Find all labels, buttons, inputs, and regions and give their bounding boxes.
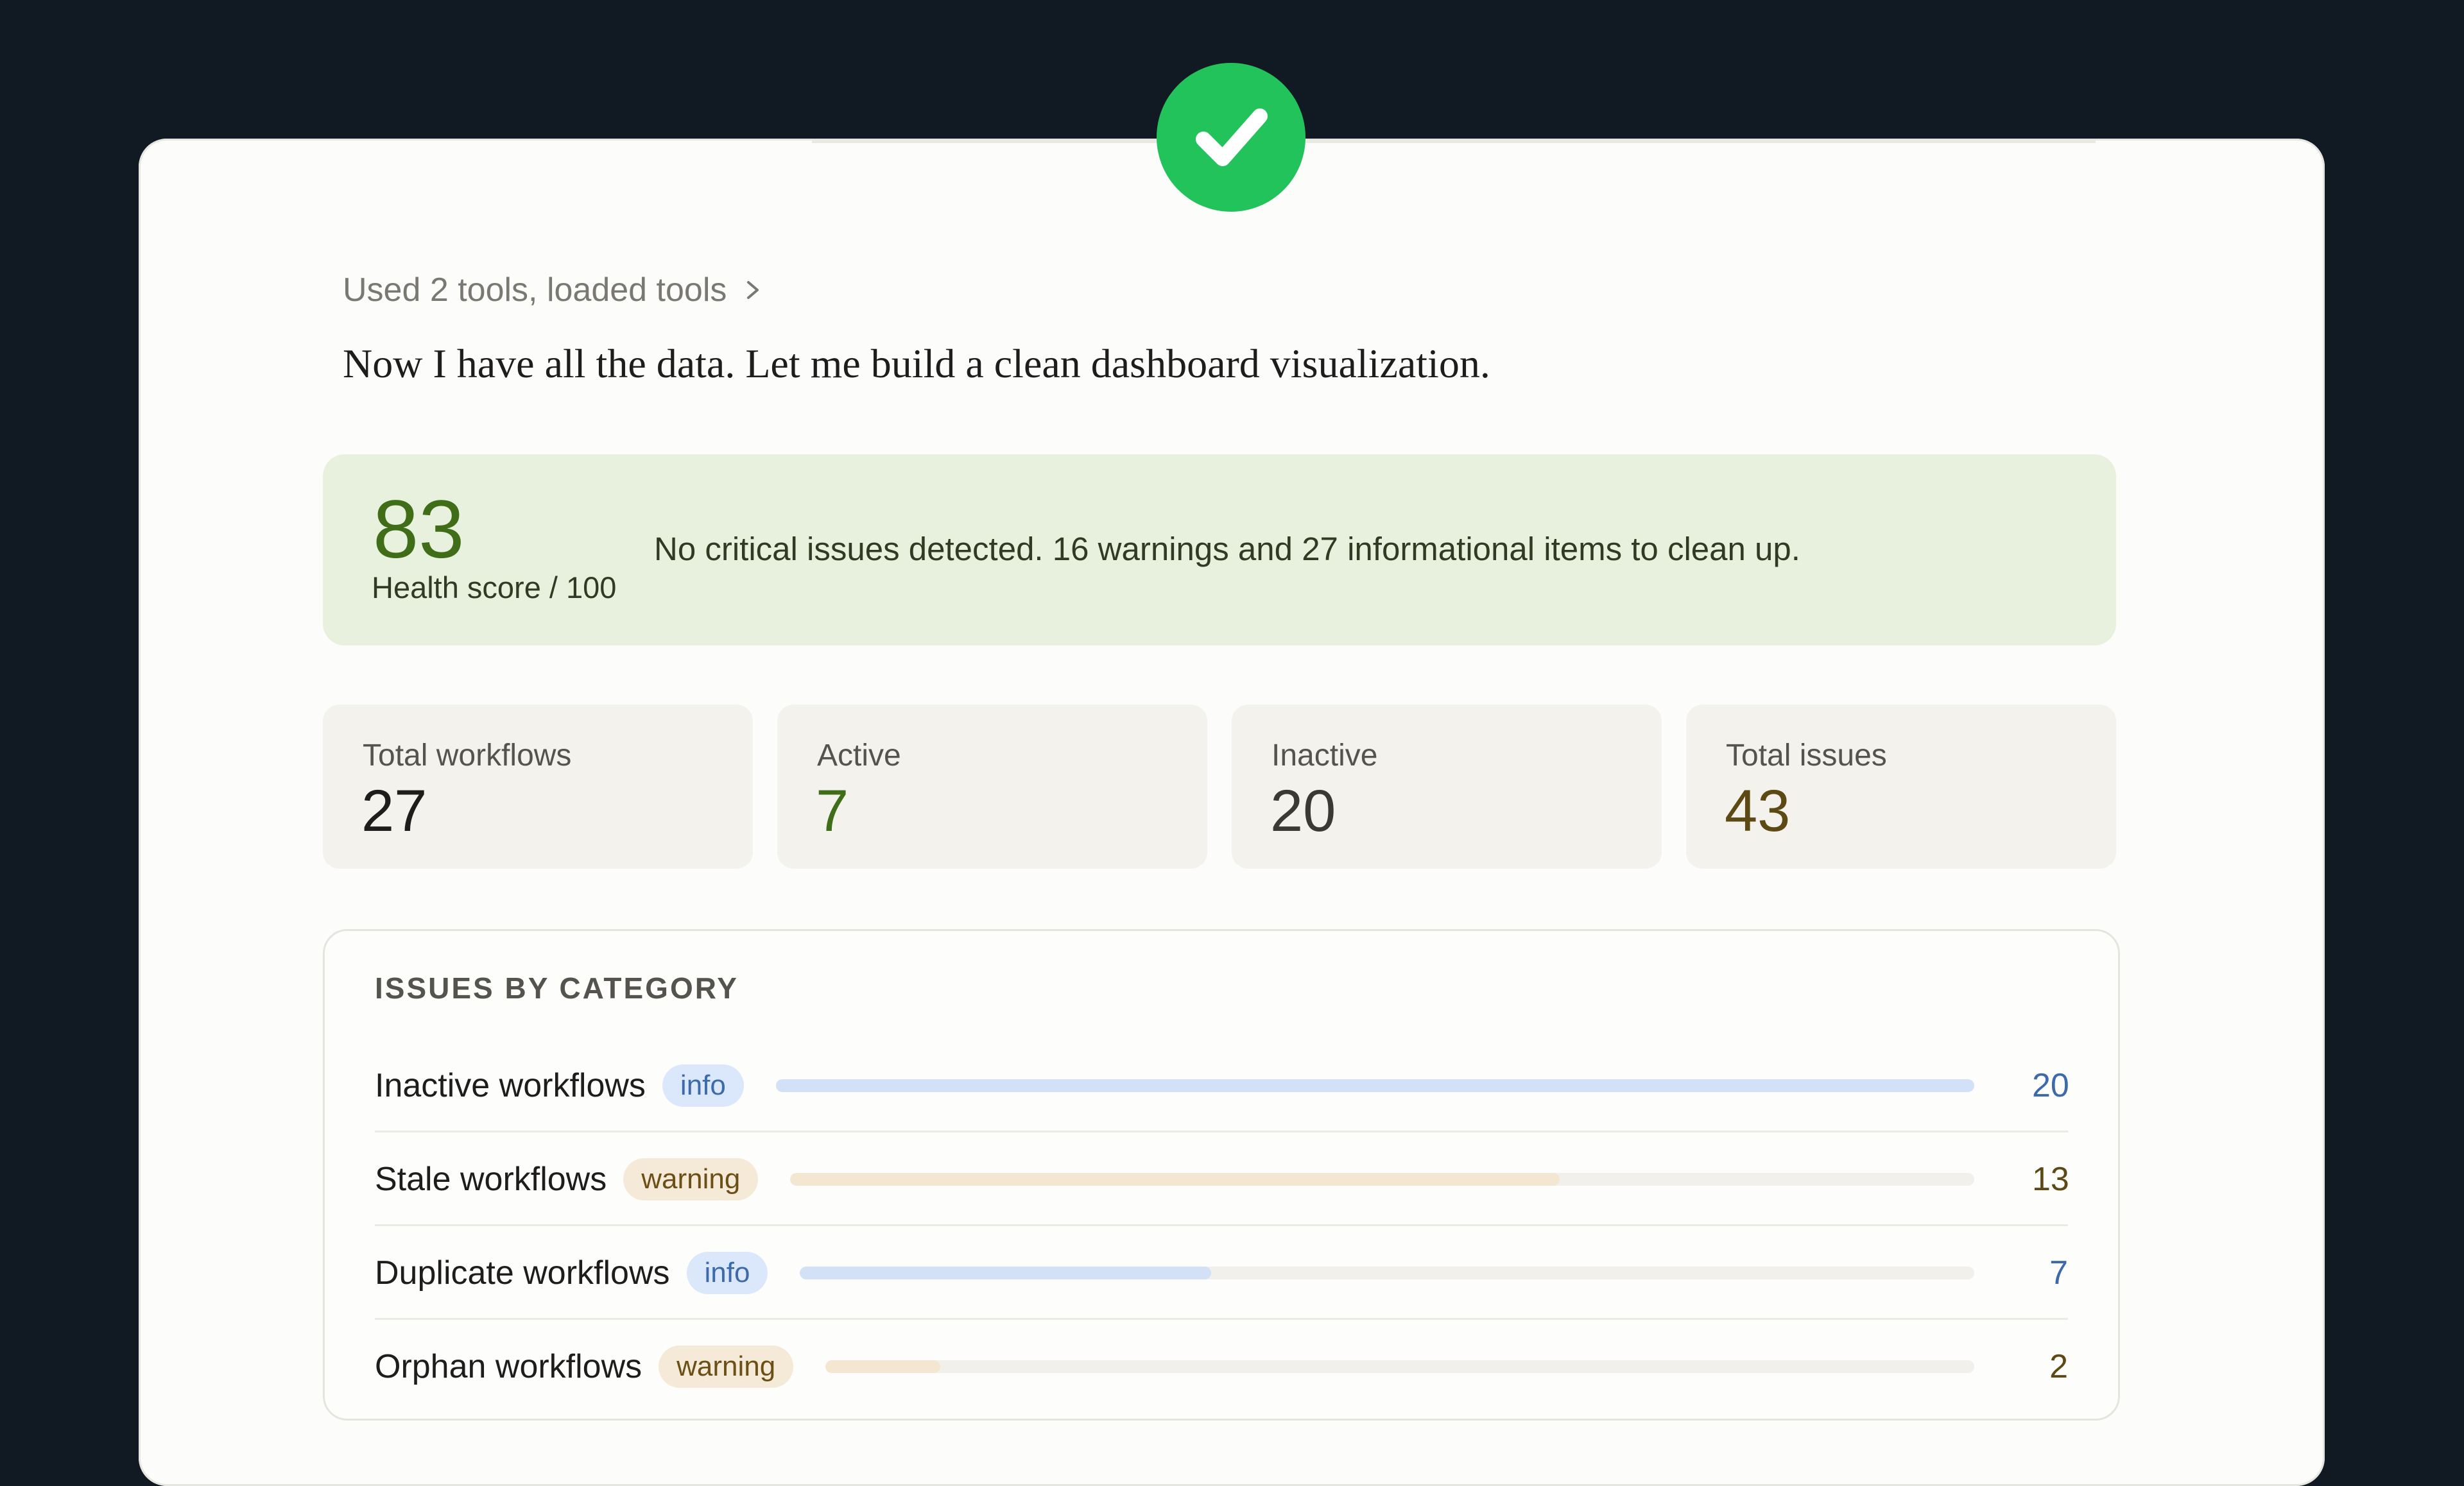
health-score-value: 83 — [373, 484, 465, 576]
stat-label: Total workflows — [363, 739, 572, 773]
issue-count: 20 — [2032, 1067, 2069, 1104]
issue-count: 13 — [2032, 1161, 2069, 1198]
issue-bar-fill — [775, 1079, 1974, 1092]
stat-label: Inactive — [1271, 739, 1378, 773]
severity-badge: info — [686, 1252, 768, 1294]
issue-bar-fill — [825, 1360, 941, 1373]
issue-category-label: Duplicate workflows — [375, 1254, 670, 1292]
stat-card-total-workflows: Total workflows 27 — [323, 705, 753, 869]
stat-value: 7 — [816, 778, 849, 844]
issue-count: 2 — [2049, 1348, 2068, 1385]
tools-summary-toggle[interactable]: Used 2 tools, loaded tools — [343, 264, 762, 316]
health-score-panel: 83 Health score / 100 No critical issues… — [323, 454, 2116, 645]
assistant-message: Now I have all the data. Let me build a … — [343, 341, 1490, 386]
chevron-right-icon — [743, 277, 762, 303]
stat-cards: Total workflows 27 Active 7 Inactive 20 … — [323, 705, 2116, 869]
checkmark-icon — [1196, 108, 1268, 166]
issue-row-stale: Stale workflows warning 13 — [375, 1132, 2069, 1226]
issue-bar-track — [775, 1079, 1974, 1092]
stat-card-inactive: Inactive 20 — [1232, 705, 1662, 869]
stat-value: 43 — [1725, 778, 1791, 844]
severity-badge: warning — [659, 1345, 794, 1388]
stat-value: 20 — [1270, 778, 1336, 844]
issue-bar-track — [825, 1360, 1974, 1373]
stat-value: 27 — [361, 778, 427, 844]
card-top-divider — [812, 140, 2096, 143]
issue-row-inactive: Inactive workflows info 20 — [375, 1039, 2069, 1132]
issue-category-label: Orphan workflows — [375, 1348, 642, 1385]
success-check-icon — [1157, 63, 1305, 212]
issue-category-label: Inactive workflows — [375, 1067, 646, 1104]
severity-badge: warning — [623, 1158, 759, 1200]
stat-label: Total issues — [1726, 739, 1887, 773]
issues-by-category-panel: ISSUES BY CATEGORY Inactive workflows in… — [323, 929, 2120, 1421]
stat-card-total-issues: Total issues 43 — [1686, 705, 2116, 869]
health-summary-message: No critical issues detected. 16 warnings… — [654, 531, 1800, 567]
issue-bar-fill — [790, 1173, 1560, 1186]
tools-summary-text: Used 2 tools, loaded tools — [343, 271, 727, 309]
stat-label: Active — [817, 739, 901, 773]
issue-count: 7 — [2049, 1254, 2068, 1292]
issue-row-duplicate: Duplicate workflows info 7 — [375, 1226, 2068, 1320]
stat-card-active: Active 7 — [777, 705, 1207, 869]
health-score-label: Health score / 100 — [372, 570, 617, 604]
issues-section-title: ISSUES BY CATEGORY — [375, 971, 739, 1005]
severity-badge: info — [662, 1064, 744, 1107]
issue-bar-track — [800, 1267, 1974, 1279]
issue-category-label: Stale workflows — [375, 1161, 607, 1198]
issue-bar-fill — [800, 1267, 1211, 1279]
issue-row-orphan: Orphan workflows warning 2 — [375, 1320, 2068, 1413]
issue-bar-track — [790, 1173, 1974, 1186]
